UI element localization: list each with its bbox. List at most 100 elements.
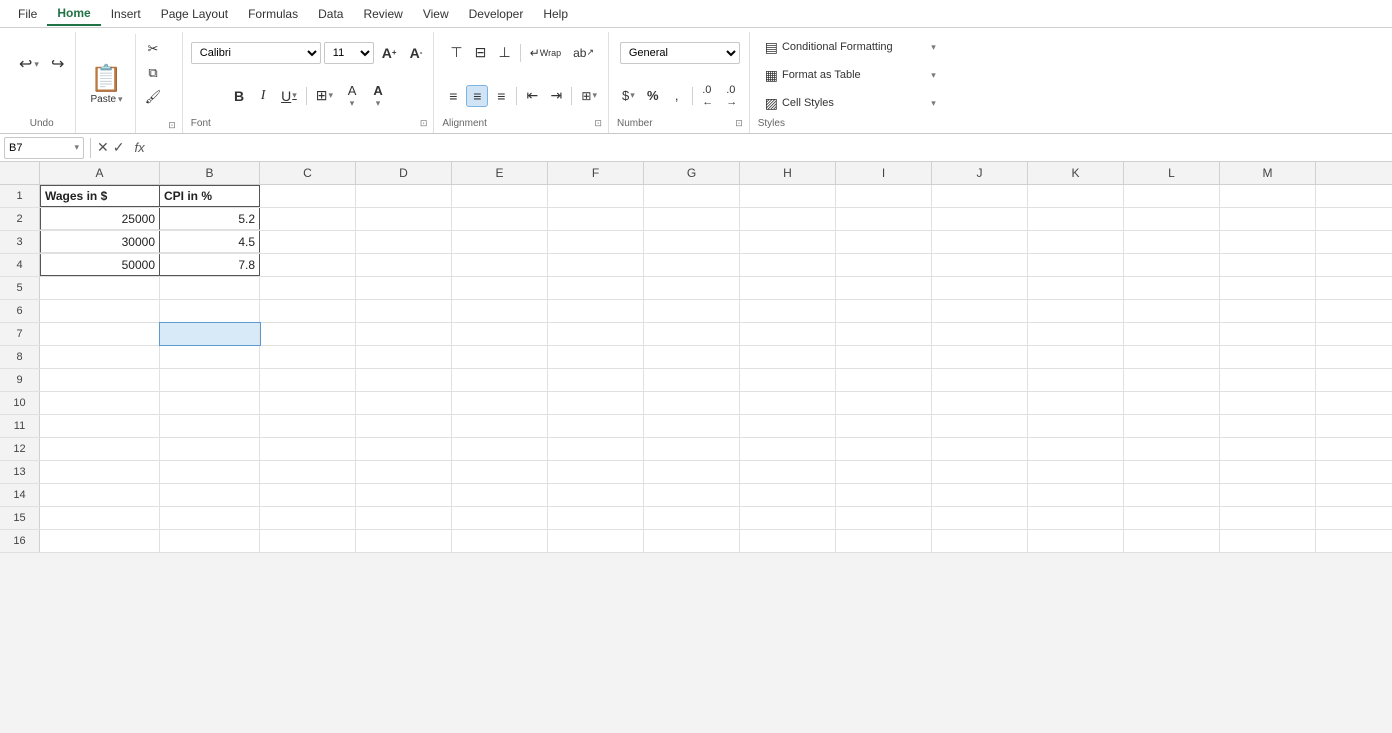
- cell-a16[interactable]: [40, 530, 160, 552]
- cell-c4[interactable]: [260, 254, 356, 276]
- font-expand-icon[interactable]: ⊡: [420, 118, 428, 129]
- cell-a11[interactable]: [40, 415, 160, 437]
- cell-h5[interactable]: [740, 277, 836, 299]
- alignment-expand-icon[interactable]: ⊡: [594, 118, 602, 129]
- menu-view[interactable]: View: [413, 3, 459, 25]
- cell-l12[interactable]: [1124, 438, 1220, 460]
- cell-i7[interactable]: [836, 323, 932, 345]
- copy-button[interactable]: ⧉: [140, 62, 167, 84]
- cell-b2[interactable]: 5.2: [160, 208, 260, 230]
- menu-page-layout[interactable]: Page Layout: [151, 3, 238, 25]
- cell-f3[interactable]: [548, 231, 644, 253]
- cell-i14[interactable]: [836, 484, 932, 506]
- confirm-formula-icon[interactable]: ✓: [113, 139, 125, 156]
- cell-h15[interactable]: [740, 507, 836, 529]
- number-expand-icon[interactable]: ⊡: [735, 118, 743, 129]
- cell-c12[interactable]: [260, 438, 356, 460]
- cell-h2[interactable]: [740, 208, 836, 230]
- row-num-6[interactable]: 6: [0, 300, 40, 322]
- cell-e11[interactable]: [452, 415, 548, 437]
- cell-c11[interactable]: [260, 415, 356, 437]
- cell-b15[interactable]: [160, 507, 260, 529]
- menu-formulas[interactable]: Formulas: [238, 3, 308, 25]
- cell-i16[interactable]: [836, 530, 932, 552]
- cell-j7[interactable]: [932, 323, 1028, 345]
- cell-e2[interactable]: [452, 208, 548, 230]
- cell-g2[interactable]: [644, 208, 740, 230]
- cell-g13[interactable]: [644, 461, 740, 483]
- row-num-8[interactable]: 8: [0, 346, 40, 368]
- cell-c10[interactable]: [260, 392, 356, 414]
- cell-b16[interactable]: [160, 530, 260, 552]
- cell-k11[interactable]: [1028, 415, 1124, 437]
- cell-d11[interactable]: [356, 415, 452, 437]
- cell-i5[interactable]: [836, 277, 932, 299]
- cell-a5[interactable]: [40, 277, 160, 299]
- col-header-m[interactable]: M: [1220, 162, 1316, 184]
- cell-l1[interactable]: [1124, 185, 1220, 207]
- cell-f14[interactable]: [548, 484, 644, 506]
- cell-d8[interactable]: [356, 346, 452, 368]
- cell-e15[interactable]: [452, 507, 548, 529]
- cell-m7[interactable]: [1220, 323, 1316, 345]
- undo-dropdown-arrow[interactable]: ▾: [34, 59, 39, 70]
- cell-f7[interactable]: [548, 323, 644, 345]
- cell-j5[interactable]: [932, 277, 1028, 299]
- cut-button[interactable]: ✂: [140, 38, 167, 60]
- cell-e5[interactable]: [452, 277, 548, 299]
- cell-f9[interactable]: [548, 369, 644, 391]
- cell-l16[interactable]: [1124, 530, 1220, 552]
- cell-c2[interactable]: [260, 208, 356, 230]
- cell-d14[interactable]: [356, 484, 452, 506]
- cell-g14[interactable]: [644, 484, 740, 506]
- cell-g15[interactable]: [644, 507, 740, 529]
- redo-button[interactable]: ↪: [46, 51, 69, 77]
- row-num-9[interactable]: 9: [0, 369, 40, 391]
- cell-h11[interactable]: [740, 415, 836, 437]
- cell-h12[interactable]: [740, 438, 836, 460]
- conditional-formatting-button[interactable]: ▤ Conditional Formatting ▾: [758, 34, 943, 60]
- cell-j15[interactable]: [932, 507, 1028, 529]
- cell-i2[interactable]: [836, 208, 932, 230]
- cell-e4[interactable]: [452, 254, 548, 276]
- accounting-format-button[interactable]: $▾: [617, 85, 640, 107]
- cell-l14[interactable]: [1124, 484, 1220, 506]
- cell-styles-button[interactable]: ▨ Cell Styles ▾: [758, 90, 943, 116]
- cell-f13[interactable]: [548, 461, 644, 483]
- cell-a12[interactable]: [40, 438, 160, 460]
- cell-h7[interactable]: [740, 323, 836, 345]
- cell-k4[interactable]: [1028, 254, 1124, 276]
- cell-m1[interactable]: [1220, 185, 1316, 207]
- cell-d10[interactable]: [356, 392, 452, 414]
- menu-insert[interactable]: Insert: [101, 3, 151, 25]
- cell-f2[interactable]: [548, 208, 644, 230]
- cell-d15[interactable]: [356, 507, 452, 529]
- row-num-15[interactable]: 15: [0, 507, 40, 529]
- cell-i11[interactable]: [836, 415, 932, 437]
- cell-c7[interactable]: [260, 323, 356, 345]
- cell-c13[interactable]: [260, 461, 356, 483]
- cell-b4[interactable]: 7.8: [160, 254, 260, 276]
- cell-b3[interactable]: 4.5: [160, 231, 260, 253]
- cell-m3[interactable]: [1220, 231, 1316, 253]
- cell-m16[interactable]: [1220, 530, 1316, 552]
- cell-k16[interactable]: [1028, 530, 1124, 552]
- cell-a14[interactable]: [40, 484, 160, 506]
- cell-d4[interactable]: [356, 254, 452, 276]
- cell-l15[interactable]: [1124, 507, 1220, 529]
- cell-a4[interactable]: 50000: [40, 254, 160, 276]
- cell-h14[interactable]: [740, 484, 836, 506]
- cell-d1[interactable]: [356, 185, 452, 207]
- font-shrink-button[interactable]: A-: [405, 42, 428, 64]
- row-num-10[interactable]: 10: [0, 392, 40, 414]
- cell-m4[interactable]: [1220, 254, 1316, 276]
- cell-g9[interactable]: [644, 369, 740, 391]
- cell-f1[interactable]: [548, 185, 644, 207]
- cell-i4[interactable]: [836, 254, 932, 276]
- cell-a6[interactable]: [40, 300, 160, 322]
- cell-h10[interactable]: [740, 392, 836, 414]
- col-header-e[interactable]: E: [452, 162, 548, 184]
- cell-a10[interactable]: [40, 392, 160, 414]
- cell-h16[interactable]: [740, 530, 836, 552]
- cell-i12[interactable]: [836, 438, 932, 460]
